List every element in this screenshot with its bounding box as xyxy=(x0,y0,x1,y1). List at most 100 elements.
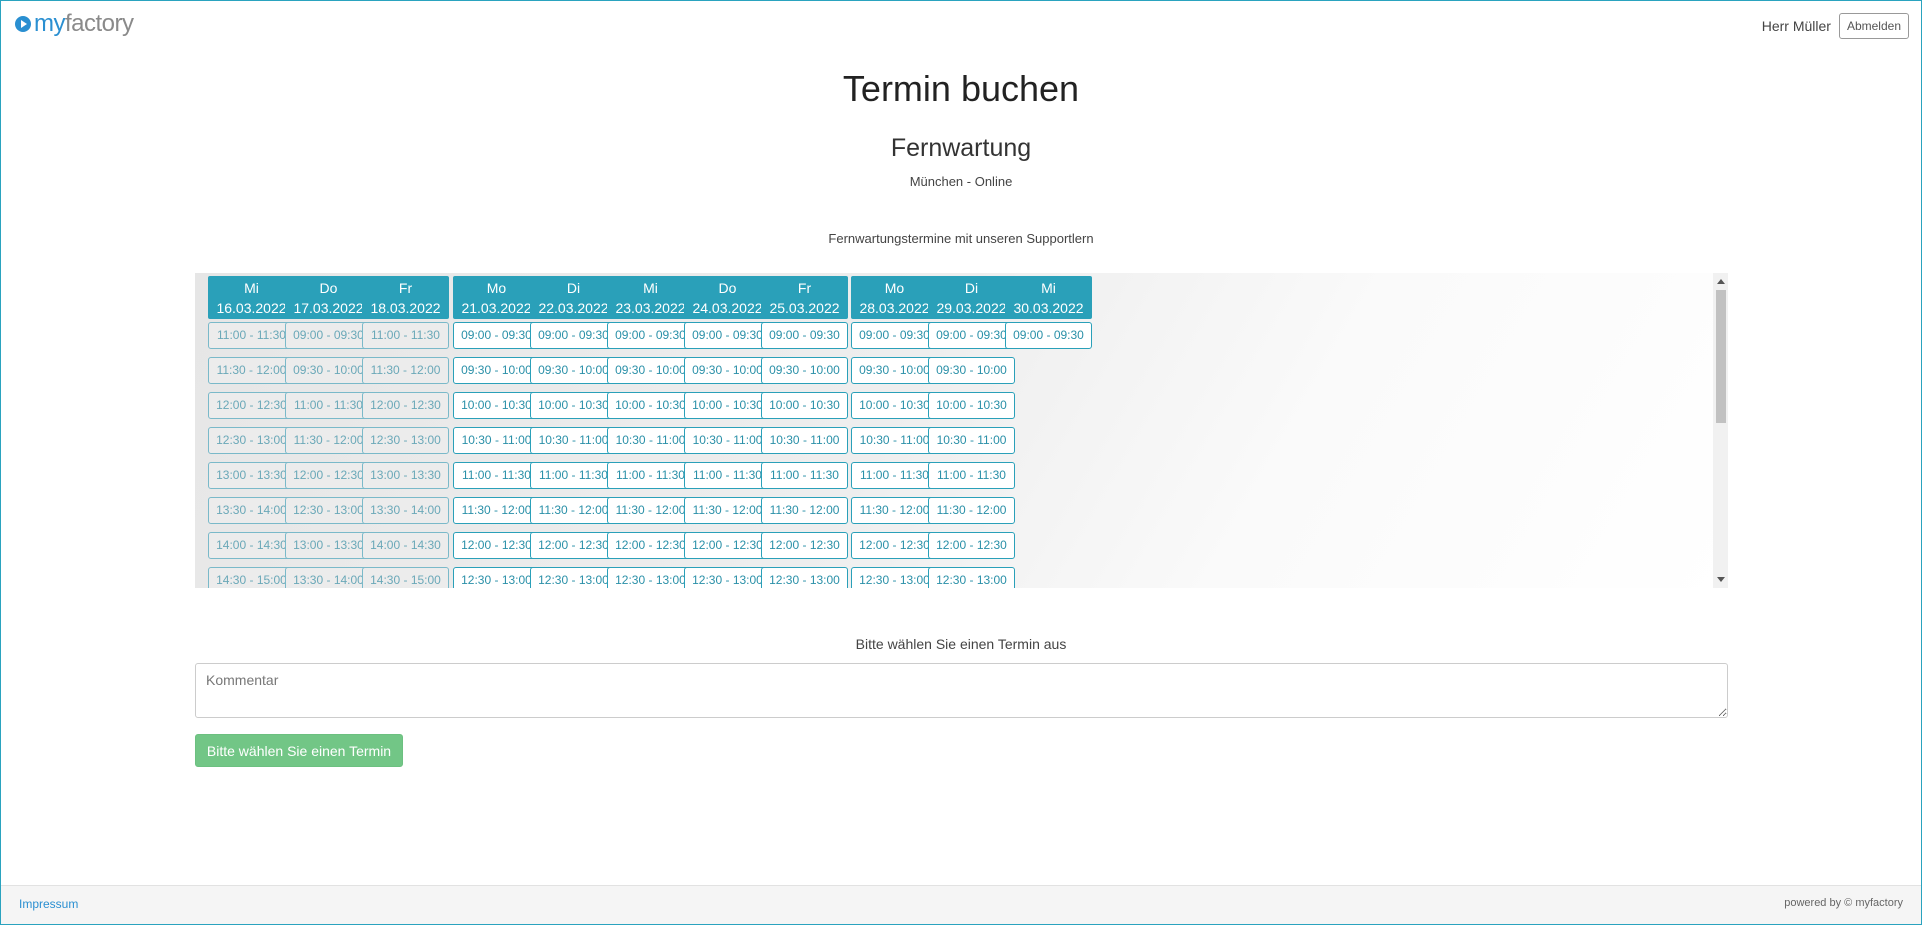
time-slot-button[interactable]: 09:30 - 10:00 xyxy=(453,357,540,384)
time-slot-button[interactable]: 12:00 - 12:30 xyxy=(453,532,540,559)
scroll-down-arrow-icon[interactable] xyxy=(1717,577,1725,582)
time-slot-button[interactable]: 12:00 - 12:30 xyxy=(530,532,617,559)
submit-button[interactable]: Bitte wählen Sie einen Termin xyxy=(195,734,403,767)
time-slot-button[interactable]: 12:30 - 13:00 xyxy=(761,567,848,588)
scroll-up-arrow-icon[interactable] xyxy=(1717,279,1725,284)
time-slot-button[interactable]: 09:00 - 09:30 xyxy=(285,322,372,349)
time-slot-button[interactable]: 09:30 - 10:00 xyxy=(928,357,1015,384)
time-slot-button[interactable]: 11:30 - 12:00 xyxy=(851,497,938,524)
time-slot-button[interactable]: 12:00 - 12:30 xyxy=(285,462,372,489)
time-slot-button[interactable]: 09:30 - 10:00 xyxy=(684,357,771,384)
time-slot-button[interactable]: 12:30 - 13:00 xyxy=(851,567,938,588)
time-slot-button[interactable]: 10:30 - 11:00 xyxy=(607,427,694,454)
time-slot-button[interactable]: 11:30 - 12:00 xyxy=(530,497,617,524)
time-slot-button[interactable]: 12:00 - 12:30 xyxy=(851,532,938,559)
time-slot-button[interactable]: 10:00 - 10:30 xyxy=(928,392,1015,419)
time-slot-button[interactable]: 11:00 - 11:30 xyxy=(684,462,771,489)
time-slot-button[interactable]: 12:00 - 12:30 xyxy=(208,392,295,419)
time-slot-button[interactable]: 09:00 - 09:30 xyxy=(1005,322,1092,349)
time-slot-button[interactable]: 11:00 - 11:30 xyxy=(530,462,617,489)
calendar-scrollbar[interactable] xyxy=(1713,273,1728,588)
time-slot-button[interactable]: 11:30 - 12:00 xyxy=(453,497,540,524)
time-slot-button[interactable]: 09:00 - 09:30 xyxy=(607,322,694,349)
time-slot-button[interactable]: 10:00 - 10:30 xyxy=(851,392,938,419)
time-slot-button[interactable]: 12:30 - 13:00 xyxy=(362,427,449,454)
day-column: Do 24.03.2022 09:00 - 09:30 09:30 - 10:00 10… xyxy=(684,276,771,588)
day-header: Fr 18.03.2022 xyxy=(362,276,449,319)
day-weekday: Mi xyxy=(1041,280,1056,296)
time-slot-button[interactable]: 09:00 - 09:30 xyxy=(453,322,540,349)
time-slot-button[interactable]: 11:30 - 12:00 xyxy=(684,497,771,524)
time-slot-button[interactable]: 12:00 - 12:30 xyxy=(362,392,449,419)
time-slot-button[interactable]: 11:30 - 12:00 xyxy=(761,497,848,524)
time-slot-button[interactable]: 13:00 - 13:30 xyxy=(362,462,449,489)
comment-field[interactable] xyxy=(195,663,1728,718)
time-slot-button[interactable]: 11:00 - 11:30 xyxy=(453,462,540,489)
time-slot-button[interactable]: 09:30 - 10:00 xyxy=(607,357,694,384)
impressum-link[interactable]: Impressum xyxy=(19,897,78,911)
time-slot-button[interactable]: 09:30 - 10:00 xyxy=(851,357,938,384)
time-slot-button[interactable]: 10:30 - 11:00 xyxy=(530,427,617,454)
time-slot-button[interactable]: 10:30 - 11:00 xyxy=(684,427,771,454)
time-slot-button[interactable]: 09:30 - 10:00 xyxy=(530,357,617,384)
time-slot-button[interactable]: 09:00 - 09:30 xyxy=(684,322,771,349)
time-slot-button[interactable]: 14:30 - 15:00 xyxy=(362,567,449,588)
time-slot-button[interactable]: 13:00 - 13:30 xyxy=(285,532,372,559)
time-slot-button[interactable]: 13:00 - 13:30 xyxy=(208,462,295,489)
time-slot-button[interactable]: 12:30 - 13:00 xyxy=(684,567,771,588)
time-slot-button[interactable]: 12:30 - 13:00 xyxy=(928,567,1015,588)
time-slot-button[interactable]: 10:00 - 10:30 xyxy=(761,392,848,419)
time-slot-button[interactable]: 10:30 - 11:00 xyxy=(928,427,1015,454)
time-slot-button[interactable]: 12:00 - 12:30 xyxy=(761,532,848,559)
footer: Impressum powered by © myfactory xyxy=(1,885,1921,924)
time-slot-button[interactable]: 09:00 - 09:30 xyxy=(851,322,938,349)
logo-my: my xyxy=(34,10,66,37)
time-slot-button[interactable]: 11:30 - 12:00 xyxy=(362,357,449,384)
time-slot-button[interactable]: 10:30 - 11:00 xyxy=(761,427,848,454)
time-slot-button[interactable]: 12:30 - 13:00 xyxy=(208,427,295,454)
time-slot-button[interactable]: 10:30 - 11:00 xyxy=(453,427,540,454)
time-slot-button[interactable]: 10:00 - 10:30 xyxy=(530,392,617,419)
time-slot-button[interactable]: 11:00 - 11:30 xyxy=(362,322,449,349)
time-slot-button[interactable]: 10:30 - 11:00 xyxy=(851,427,938,454)
time-slot-button[interactable]: 10:00 - 10:30 xyxy=(684,392,771,419)
time-slot-button[interactable]: 12:30 - 13:00 xyxy=(530,567,617,588)
time-slot-button[interactable]: 11:30 - 12:00 xyxy=(607,497,694,524)
time-slot-button[interactable]: 09:00 - 09:30 xyxy=(928,322,1015,349)
time-slot-button[interactable]: 12:30 - 13:00 xyxy=(285,497,372,524)
time-slot-button[interactable]: 13:30 - 14:00 xyxy=(208,497,295,524)
time-slot-button[interactable]: 12:00 - 12:30 xyxy=(607,532,694,559)
time-slot-button[interactable]: 12:00 - 12:30 xyxy=(684,532,771,559)
time-slot-button[interactable]: 11:30 - 12:00 xyxy=(928,497,1015,524)
time-slot-button[interactable]: 13:30 - 14:00 xyxy=(362,497,449,524)
time-slot-button[interactable]: 11:00 - 11:30 xyxy=(285,392,372,419)
logout-button[interactable]: Abmelden xyxy=(1838,13,1909,39)
scroll-thumb[interactable] xyxy=(1716,290,1726,423)
time-slot-button[interactable]: 09:30 - 10:00 xyxy=(761,357,848,384)
time-slot-button[interactable]: 12:30 - 13:00 xyxy=(607,567,694,588)
day-date: 24.03.2022 xyxy=(692,300,763,316)
time-slot-button[interactable]: 11:00 - 11:30 xyxy=(607,462,694,489)
myfactory-logo[interactable]: myfactory xyxy=(15,10,134,38)
appointment-calendar[interactable]: Mi 16.03.2022 11:00 - 11:30 11:30 - 12:00 12… xyxy=(195,273,1728,588)
time-slot-button[interactable]: 14:00 - 14:30 xyxy=(362,532,449,559)
time-slot-button[interactable]: 11:00 - 11:30 xyxy=(928,462,1015,489)
time-slot-button[interactable]: 12:30 - 13:00 xyxy=(453,567,540,588)
day-date: 22.03.2022 xyxy=(538,300,609,316)
header: myfactory Herr Müller Abmelden xyxy=(0,0,1922,52)
time-slot-button[interactable]: 14:30 - 15:00 xyxy=(208,567,295,588)
time-slot-button[interactable]: 11:00 - 11:30 xyxy=(208,322,295,349)
time-slot-button[interactable]: 11:00 - 11:30 xyxy=(851,462,938,489)
time-slot-button[interactable]: 09:00 - 09:30 xyxy=(761,322,848,349)
time-slot-button[interactable]: 14:00 - 14:30 xyxy=(208,532,295,559)
time-slot-button[interactable]: 10:00 - 10:30 xyxy=(607,392,694,419)
time-slot-button[interactable]: 11:30 - 12:00 xyxy=(285,427,372,454)
day-weekday: Mi xyxy=(643,280,658,296)
time-slot-button[interactable]: 09:00 - 09:30 xyxy=(530,322,617,349)
time-slot-button[interactable]: 13:30 - 14:00 xyxy=(285,567,372,588)
time-slot-button[interactable]: 12:00 - 12:30 xyxy=(928,532,1015,559)
time-slot-button[interactable]: 11:30 - 12:00 xyxy=(208,357,295,384)
time-slot-button[interactable]: 11:00 - 11:30 xyxy=(761,462,848,489)
time-slot-button[interactable]: 10:00 - 10:30 xyxy=(453,392,540,419)
time-slot-button[interactable]: 09:30 - 10:00 xyxy=(285,357,372,384)
